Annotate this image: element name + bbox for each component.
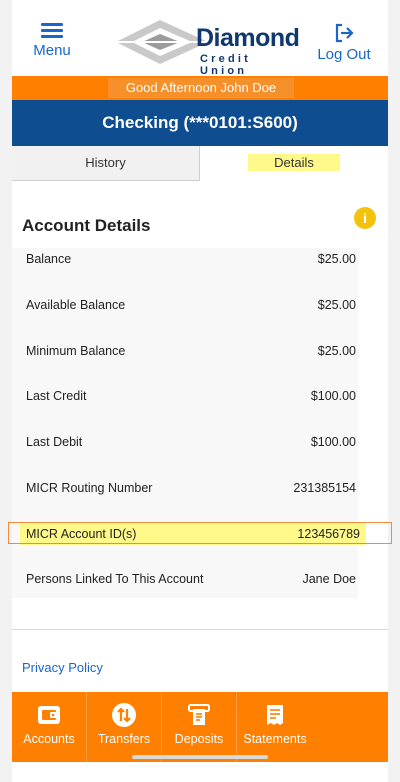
- nav-accounts-label: Accounts: [23, 732, 75, 746]
- nav-statements-label: Statements: [243, 732, 307, 746]
- wallet-icon: [38, 706, 60, 724]
- detail-value: 123456789: [297, 527, 360, 541]
- detail-row: Minimum Balance $25.00: [26, 340, 356, 362]
- greeting-bar: Good Afternoon John Doe: [12, 76, 388, 100]
- nav-deposits[interactable]: Deposits: [162, 692, 236, 762]
- nav-accounts[interactable]: Accounts: [12, 692, 86, 762]
- detail-row: Persons Linked To This Account Jane Doe: [26, 568, 356, 590]
- menu-button[interactable]: Menu: [22, 22, 82, 60]
- detail-row: Balance $25.00: [26, 248, 356, 270]
- detail-value: $25.00: [317, 298, 356, 312]
- menu-label: Menu: [33, 42, 71, 59]
- detail-value: $100.00: [310, 435, 356, 449]
- tab-history[interactable]: History: [12, 146, 200, 181]
- greeting-text: Good Afternoon John Doe: [108, 78, 294, 98]
- app-screen: Menu Diamond Credit Union Log Out Good A…: [8, 0, 392, 782]
- nav-transfers-label: Transfers: [97, 732, 151, 746]
- tab-details-label: Details: [248, 154, 340, 171]
- detail-row: Last Credit $100.00: [26, 385, 356, 407]
- account-title: Checking (***0101:S600): [12, 100, 388, 146]
- hamburger-icon: [41, 22, 63, 38]
- divider: [12, 629, 388, 630]
- detail-label: Last Credit: [26, 389, 87, 403]
- account-details-list: Balance $25.00 Available Balance $25.00 …: [12, 248, 366, 598]
- logo-subtitle: Credit Union: [200, 53, 251, 77]
- section-title: Account Details: [22, 216, 151, 235]
- detail-label: Balance: [26, 252, 72, 266]
- detail-row: Available Balance $25.00: [26, 294, 356, 316]
- detail-label: MICR Account ID(s): [26, 527, 137, 541]
- nav-deposits-label: Deposits: [174, 732, 224, 746]
- detail-row-highlighted: MICR Account ID(s) 123456789: [20, 523, 366, 545]
- detail-label: Persons Linked To This Account: [26, 572, 204, 586]
- logo-name: Diamond: [196, 24, 300, 52]
- tab-details[interactable]: Details: [200, 146, 388, 180]
- diamond-credit-union-logo: Diamond Credit Union: [112, 18, 300, 77]
- bottom-nav: Accounts Transfers Deposits Statements: [12, 692, 388, 762]
- top-bar: Menu Diamond Credit Union Log Out: [12, 0, 388, 77]
- detail-value: $100.00: [310, 389, 356, 403]
- nav-transfers[interactable]: Transfers: [87, 692, 161, 762]
- detail-label: MICR Routing Number: [26, 481, 153, 495]
- detail-row: Last Debit $100.00: [26, 431, 356, 453]
- detail-label: Minimum Balance: [26, 344, 126, 358]
- logout-button[interactable]: Log Out: [308, 22, 380, 64]
- info-icon[interactable]: i: [354, 207, 376, 229]
- logout-label: Log Out: [317, 46, 371, 63]
- logout-icon: [335, 23, 354, 43]
- detail-row: MICR Routing Number 231385154: [26, 477, 356, 499]
- statement-icon: [267, 705, 283, 725]
- transfer-icon: [112, 703, 136, 727]
- account-tabs: History Details: [12, 146, 388, 182]
- detail-value: $25.00: [317, 344, 356, 358]
- tab-history-label: History: [85, 155, 126, 170]
- detail-value: Jane Doe: [302, 572, 356, 586]
- home-indicator: [132, 755, 268, 759]
- detail-value: $25.00: [317, 252, 356, 266]
- privacy-policy-link[interactable]: Privacy Policy: [22, 660, 103, 675]
- deposit-check-icon: [188, 704, 210, 725]
- detail-label: Last Debit: [26, 435, 83, 449]
- nav-statements[interactable]: Statements: [237, 692, 313, 762]
- detail-label: Available Balance: [26, 298, 126, 312]
- detail-value: 231385154: [293, 481, 356, 495]
